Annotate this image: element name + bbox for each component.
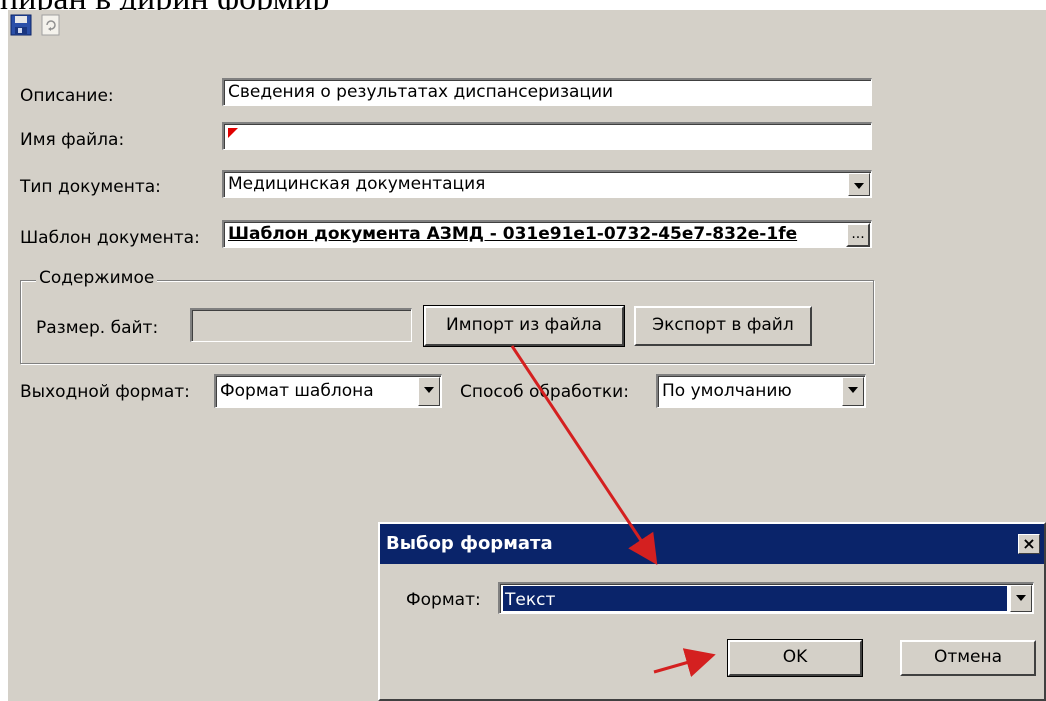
doctype-label: Тип документа: xyxy=(20,177,161,197)
size-field[interactable] xyxy=(190,308,412,342)
dialog-title: Выбор формата xyxy=(386,533,553,554)
doctype-select[interactable]: Медицинская документация xyxy=(222,170,872,198)
dialog-titlebar: Выбор формата × xyxy=(380,524,1044,564)
save-icon[interactable] xyxy=(10,14,36,40)
export-to-file-button[interactable]: Экспорт в файл xyxy=(634,306,812,346)
description-field[interactable]: Сведения о результатах диспансеризации xyxy=(222,78,872,106)
required-marker-icon xyxy=(228,128,238,138)
processing-label: Способ обработки: xyxy=(460,382,629,402)
ok-button[interactable]: OK xyxy=(727,639,863,677)
output-format-value: Формат шаблона xyxy=(220,381,374,401)
chevron-down-icon[interactable] xyxy=(418,377,440,406)
chevron-down-icon[interactable] xyxy=(842,377,864,406)
processing-value: По умолчанию xyxy=(662,381,792,401)
toolbar xyxy=(8,14,1038,50)
template-value: Шаблон документа АЗМД - 031e91e1-0732-45… xyxy=(228,224,798,244)
refresh-icon[interactable] xyxy=(40,14,66,40)
format-value: Текст xyxy=(503,586,1007,611)
description-label: Описание: xyxy=(20,86,114,106)
filename-field[interactable] xyxy=(222,122,872,150)
chevron-down-icon[interactable] xyxy=(848,173,870,196)
format-select-dialog: Выбор формата × Формат: Текст OK Отмена xyxy=(378,522,1046,701)
import-from-file-button[interactable]: Импорт из файла xyxy=(423,305,625,347)
output-format-select[interactable]: Формат шаблона xyxy=(214,374,442,408)
doctype-value: Медицинская документация xyxy=(228,174,486,194)
content-group-title: Содержимое xyxy=(36,268,158,288)
format-label: Формат: xyxy=(406,590,481,610)
cancel-button[interactable]: Отмена xyxy=(900,640,1036,676)
template-label: Шаблон документа: xyxy=(20,228,200,248)
template-browse-button[interactable]: ... xyxy=(846,223,870,247)
processing-select[interactable]: По умолчанию xyxy=(656,374,866,408)
output-format-label: Выходной формат: xyxy=(20,382,190,402)
chevron-down-icon[interactable] xyxy=(1010,585,1032,612)
close-icon[interactable]: × xyxy=(1018,534,1040,554)
size-label: Размер. байт: xyxy=(36,318,159,338)
template-field[interactable]: Шаблон документа АЗМД - 031e91e1-0732-45… xyxy=(222,220,872,248)
filename-label: Имя файла: xyxy=(20,130,125,150)
format-select[interactable]: Текст xyxy=(498,582,1034,614)
